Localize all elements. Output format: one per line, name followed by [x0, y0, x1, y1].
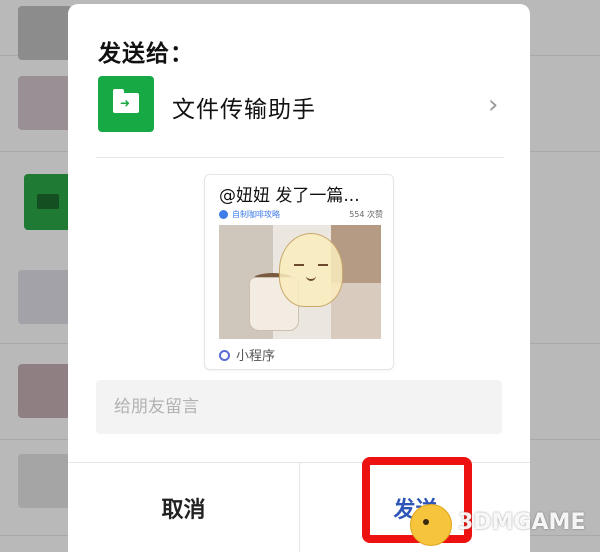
card-thumbnail — [219, 225, 381, 339]
divider — [96, 157, 504, 158]
background-avatar — [18, 454, 72, 508]
card-tag: 自制咖啡攻略 — [232, 210, 280, 219]
watermark: 3DMGAME — [410, 500, 596, 548]
cancel-button[interactable]: 取消 — [68, 463, 299, 552]
message-input[interactable] — [96, 380, 502, 434]
card-likes: 554 次赞 — [349, 210, 383, 219]
recipient-name: 文件传输助手 — [172, 97, 316, 123]
recipient-row[interactable]: ➜ 文件传输助手 › — [98, 74, 506, 138]
background-avatar — [18, 364, 72, 418]
shared-content-card[interactable]: @妞妞 发了一篇... 自制咖啡攻略 554 次赞 小程序 — [204, 174, 394, 370]
card-meta: 自制咖啡攻略 554 次赞 — [219, 209, 383, 221]
mascot-sticker — [279, 233, 343, 307]
background-avatar — [18, 76, 72, 130]
background-avatar — [18, 6, 72, 60]
folder-transfer-icon: ➜ — [98, 76, 154, 132]
chevron-right-icon: › — [488, 90, 499, 120]
background-avatar — [18, 270, 72, 324]
chick-logo-icon — [410, 504, 452, 546]
send-to-dialog: 发送给： ➜ 文件传输助手 › @妞妞 发了一篇... 自制咖啡攻略 554 次… — [68, 4, 530, 552]
background-file-transfer-avatar — [24, 174, 72, 230]
dialog-title: 发送给： — [98, 41, 194, 67]
card-footer: 小程序 — [219, 345, 275, 364]
mini-program-icon — [219, 350, 230, 361]
card-title: @妞妞 发了一篇... — [219, 186, 360, 206]
tag-icon — [219, 210, 228, 219]
watermark-text: 3DMGAME — [458, 510, 586, 535]
card-footer-label: 小程序 — [236, 349, 276, 364]
